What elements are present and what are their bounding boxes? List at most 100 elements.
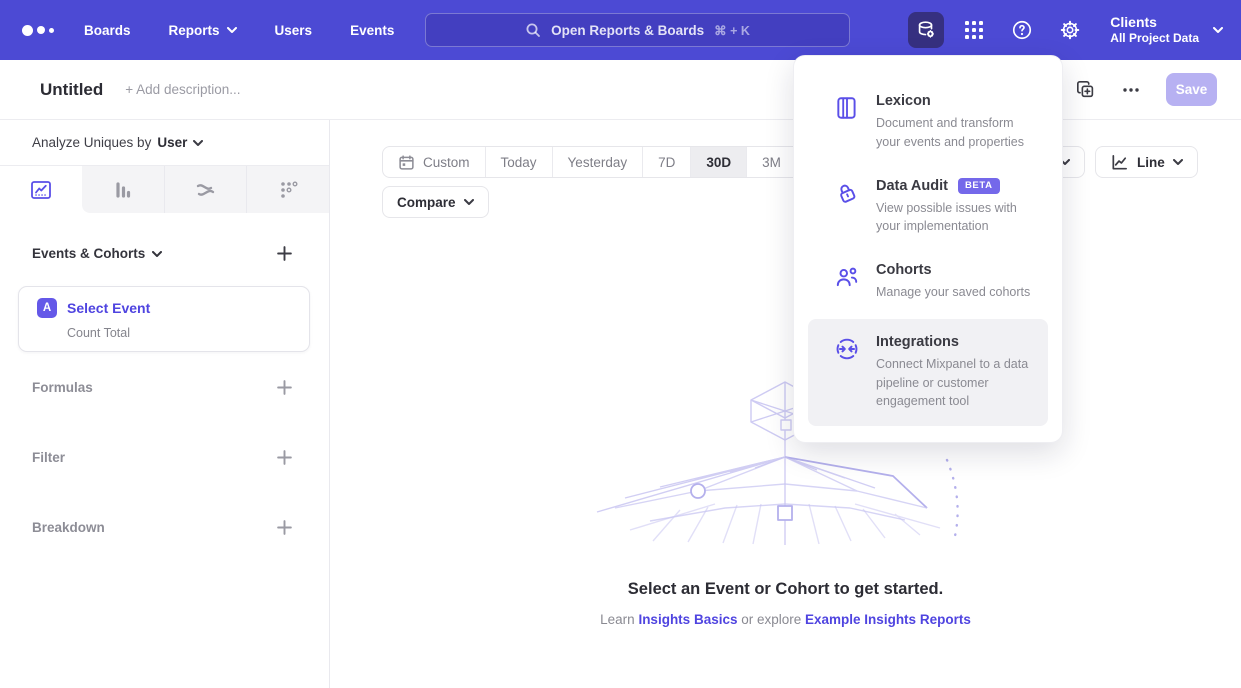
chevron-down-icon	[193, 140, 203, 146]
tab-metric-grid[interactable]	[246, 166, 329, 213]
dot-grid-icon	[276, 178, 300, 202]
search-shortcut: ⌘ + K	[714, 23, 750, 38]
insights-basics-link[interactable]: Insights Basics	[638, 612, 737, 627]
settings-button[interactable]	[1052, 12, 1088, 48]
date-range-yesterday-label: Yesterday	[568, 155, 628, 170]
breakdown-section: Breakdown	[32, 519, 293, 536]
analyze-label: Analyze Uniques by	[32, 135, 151, 150]
nav-reports[interactable]: Reports	[169, 23, 237, 38]
menu-item-title: Cohorts	[876, 262, 1030, 278]
chevron-down-icon	[464, 199, 474, 205]
menu-item-description: Connect Mixpanel to a data pipeline or c…	[876, 355, 1038, 411]
line-chart-icon	[29, 178, 53, 202]
chevron-down-icon	[1213, 27, 1223, 33]
project-name: All Project Data	[1110, 31, 1199, 47]
analyze-by-value: User	[157, 135, 187, 150]
events-cohorts-label: Events & Cohorts	[32, 246, 145, 261]
analyze-uniques-row: Analyze Uniques by User	[0, 120, 329, 166]
events-cohorts-header[interactable]: Events & Cohorts	[32, 246, 162, 261]
empty-state-heading: Select an Event or Cohort to get started…	[330, 580, 1241, 599]
count-total-selector[interactable]: Count Total	[67, 326, 295, 340]
filter-label: Filter	[32, 450, 65, 465]
menu-item-title: Lexicon	[876, 93, 1040, 109]
chart-style-selector[interactable]: Line	[1095, 146, 1198, 178]
tab-bar-chart[interactable]	[82, 166, 164, 213]
date-range-today-label: Today	[501, 155, 537, 170]
compare-label: Compare	[397, 195, 456, 210]
select-event-label[interactable]: Select Event	[67, 300, 150, 316]
add-description-field[interactable]: + Add description...	[125, 82, 240, 97]
nav-reports-label: Reports	[169, 23, 220, 38]
apps-grid-button[interactable]	[956, 12, 992, 48]
compare-button[interactable]: Compare	[382, 186, 489, 218]
help-button[interactable]	[1004, 12, 1040, 48]
menu-item-lexicon[interactable]: Lexicon Document and transform your even…	[794, 80, 1062, 165]
select-event-card[interactable]: A Select Event Count Total	[18, 286, 310, 352]
nav-boards[interactable]: Boards	[84, 23, 131, 38]
beta-badge: BETA	[958, 178, 1000, 194]
tab-insights-line[interactable]	[0, 166, 82, 213]
duplicate-icon	[1076, 80, 1096, 100]
search-icon	[525, 22, 541, 38]
menu-item-description: Document and transform your events and p…	[876, 114, 1040, 152]
search-placeholder: Open Reports & Boards	[551, 23, 704, 38]
breakdown-label: Breakdown	[32, 520, 105, 535]
duplicate-button[interactable]	[1076, 80, 1096, 100]
report-canvas: Custom Today Yesterday 7D 30D 3M 6M Comp…	[330, 120, 1241, 688]
top-navigation: Boards Reports Users Events Open Reports…	[0, 0, 1241, 60]
date-range-3m[interactable]: 3M	[746, 147, 796, 177]
global-search-input[interactable]: Open Reports & Boards ⌘ + K	[425, 13, 850, 47]
org-name: Clients	[1110, 13, 1199, 31]
ellipsis-icon	[1122, 81, 1140, 99]
mixpanel-logo-icon[interactable]	[22, 25, 54, 36]
add-breakdown-button[interactable]	[276, 519, 293, 536]
save-button[interactable]: Save	[1166, 73, 1217, 106]
tab-flow-chart[interactable]	[164, 166, 247, 213]
nav-users[interactable]: Users	[275, 23, 313, 38]
menu-item-cohorts[interactable]: Cohorts Manage your saved cohorts	[794, 249, 1062, 315]
plus-icon	[276, 245, 293, 262]
learn-text: Learn	[600, 612, 638, 627]
date-range-custom-label: Custom	[423, 155, 470, 170]
integrations-sync-icon	[834, 334, 860, 411]
menu-item-data-audit[interactable]: Data Audit BETA View possible issues wit…	[794, 165, 1062, 250]
date-range-yesterday[interactable]: Yesterday	[552, 147, 643, 177]
filter-section: Filter	[32, 449, 293, 466]
add-filter-button[interactable]	[276, 449, 293, 466]
flow-icon	[194, 178, 218, 202]
plus-icon	[276, 379, 293, 396]
project-selector[interactable]: Clients All Project Data	[1110, 13, 1223, 47]
date-range-7d[interactable]: 7D	[642, 147, 690, 177]
add-event-button[interactable]	[276, 245, 293, 262]
date-range-today[interactable]: Today	[485, 147, 552, 177]
date-range-30d-label: 30D	[706, 155, 731, 170]
nav-events[interactable]: Events	[350, 23, 394, 38]
data-management-button[interactable]	[908, 12, 944, 48]
chevron-down-icon	[1173, 159, 1183, 165]
data-management-menu: Lexicon Document and transform your even…	[793, 55, 1063, 443]
add-formula-button[interactable]	[276, 379, 293, 396]
nav-events-label: Events	[350, 23, 394, 38]
line-chart-icon	[1110, 153, 1129, 172]
menu-item-integrations[interactable]: Integrations Connect Mixpanel to a data …	[808, 319, 1048, 426]
chart-style-label: Line	[1137, 155, 1165, 170]
example-reports-link[interactable]: Example Insights Reports	[805, 612, 971, 627]
lexicon-book-icon	[834, 93, 860, 152]
date-range-custom[interactable]: Custom	[383, 147, 485, 177]
nav-boards-label: Boards	[84, 23, 131, 38]
or-explore-text: or explore	[737, 612, 805, 627]
bar-chart-icon	[111, 178, 135, 202]
more-options-button[interactable]	[1122, 81, 1140, 99]
report-title[interactable]: Untitled	[40, 80, 103, 100]
chevron-down-icon	[227, 27, 237, 33]
nav-users-label: Users	[275, 23, 313, 38]
question-circle-icon	[1011, 19, 1033, 41]
date-range-30d-selected[interactable]: 30D	[690, 147, 746, 177]
query-builder-sidebar: Analyze Uniques by User	[0, 120, 330, 688]
plus-icon	[276, 449, 293, 466]
chart-type-tabs-inactive	[82, 166, 329, 213]
analyze-by-selector[interactable]: User	[157, 135, 203, 150]
formulas-label: Formulas	[32, 380, 93, 395]
chevron-down-icon	[152, 251, 162, 257]
menu-item-title: Integrations	[876, 334, 1038, 350]
